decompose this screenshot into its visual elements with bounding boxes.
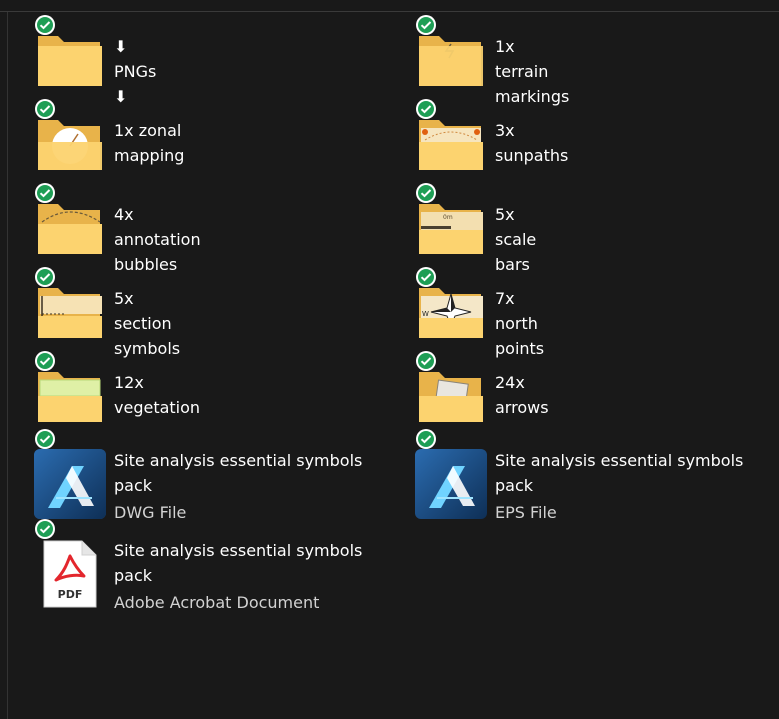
item-name: 4x annotation bubbles bbox=[114, 205, 201, 274]
sync-check-icon bbox=[35, 183, 55, 203]
item-name: 7x north points bbox=[495, 289, 545, 358]
item-name: ⬇ PNGs ⬇ bbox=[114, 37, 157, 106]
item-type: EPS File bbox=[495, 503, 557, 522]
item-name: 12x vegetation bbox=[114, 373, 201, 417]
svg-text:0m: 0m bbox=[443, 214, 453, 221]
sync-check-icon bbox=[35, 267, 55, 287]
sync-check-icon bbox=[35, 99, 55, 119]
folder-icon: W bbox=[415, 286, 487, 358]
pdf-icon: PDF bbox=[34, 538, 106, 610]
sync-check-icon bbox=[35, 15, 55, 35]
item-type: DWG File bbox=[114, 503, 187, 522]
sync-check-icon bbox=[416, 15, 436, 35]
folder-icon bbox=[34, 34, 106, 106]
window-top-border bbox=[0, 11, 779, 12]
folder-icon: 0m bbox=[415, 202, 487, 274]
folder-icon bbox=[415, 34, 487, 106]
item-type: Adobe Acrobat Document bbox=[114, 593, 320, 612]
sync-check-icon bbox=[35, 429, 55, 449]
sync-check-icon bbox=[416, 267, 436, 287]
sync-check-icon bbox=[416, 99, 436, 119]
sync-check-icon bbox=[416, 429, 436, 449]
item-name: Site analysis essential symbols pack bbox=[495, 451, 744, 495]
sync-check-icon bbox=[416, 183, 436, 203]
sync-check-icon bbox=[35, 519, 55, 539]
affinity-designer-icon bbox=[34, 448, 106, 520]
pdf-label: PDF bbox=[58, 588, 83, 601]
item-name: 24x arrows bbox=[495, 373, 549, 417]
folder-icon bbox=[34, 118, 106, 190]
item-name: Site analysis essential symbols pack bbox=[114, 541, 363, 585]
sync-check-icon bbox=[416, 351, 436, 371]
pane-left-border bbox=[7, 12, 8, 719]
item-name: 5x section symbols bbox=[114, 289, 181, 358]
folder-icon bbox=[34, 202, 106, 274]
folder-icon bbox=[34, 286, 106, 358]
item-name: 5x scale bars bbox=[495, 205, 537, 274]
folder-icon bbox=[415, 118, 487, 190]
item-name: Site analysis essential symbols pack bbox=[114, 451, 363, 495]
sync-check-icon bbox=[35, 351, 55, 371]
item-name: 3x sunpaths bbox=[495, 121, 569, 165]
item-name: 1x zonal mapping bbox=[114, 121, 185, 165]
item-name: 1x terrain markings bbox=[495, 37, 570, 106]
affinity-designer-icon bbox=[415, 448, 487, 520]
svg-text:W: W bbox=[422, 310, 429, 318]
